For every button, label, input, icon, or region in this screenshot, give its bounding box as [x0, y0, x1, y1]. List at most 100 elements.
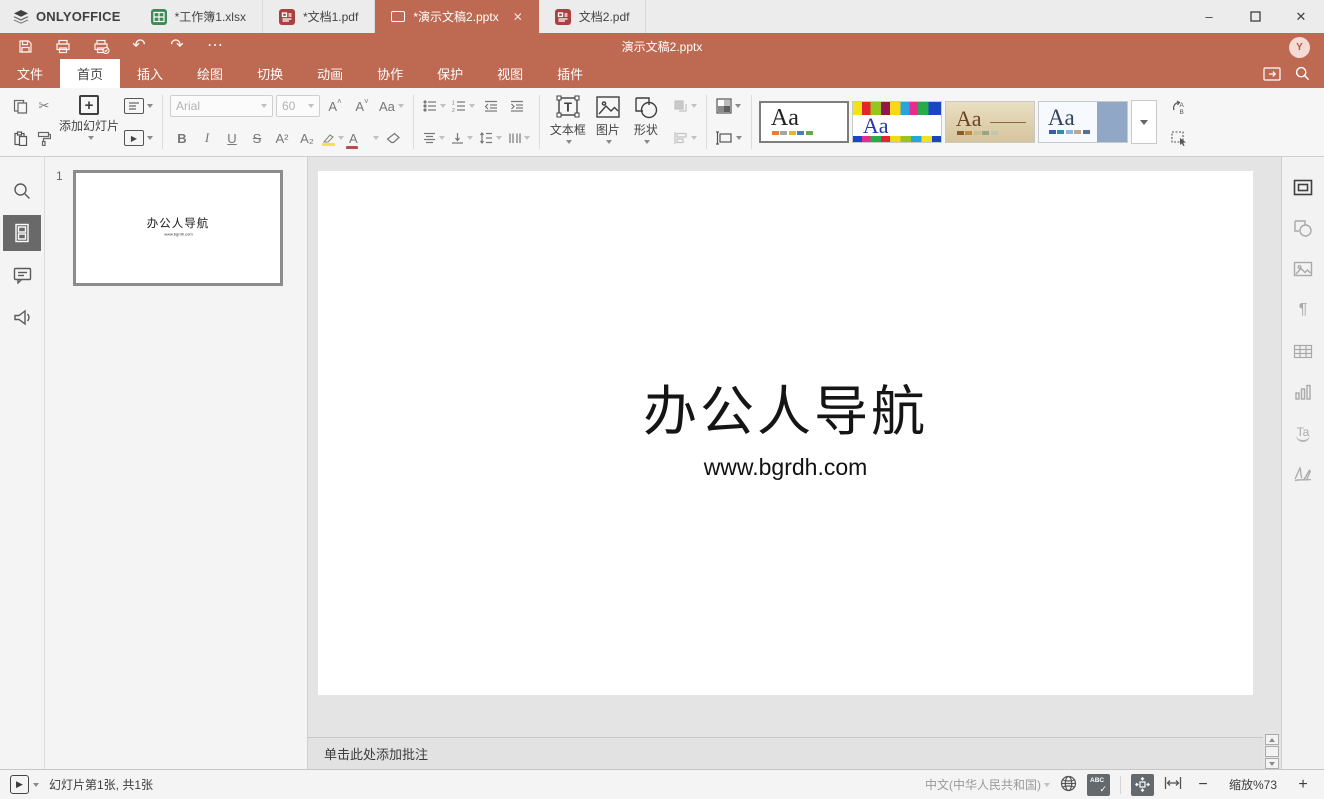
language-selector[interactable]: 中文(中华人民共和国) — [925, 776, 1050, 793]
slide-canvas[interactable]: 办公人导航 www.bgrdh.com — [318, 171, 1253, 695]
menu-tab-draw[interactable]: 绘图 — [180, 59, 240, 88]
clear-style-button[interactable] — [382, 125, 406, 151]
image-settings-button[interactable] — [1289, 257, 1317, 281]
search-button[interactable] — [1295, 66, 1310, 81]
replace-button[interactable]: AB — [1167, 93, 1191, 119]
slides-panel-button[interactable] — [3, 215, 41, 251]
scrollbar-thumb[interactable] — [1265, 746, 1279, 757]
document-language-button[interactable] — [1060, 775, 1077, 795]
increase-indent-button[interactable] — [505, 93, 529, 119]
slide-title-text[interactable]: 办公人导航 — [318, 367, 1253, 446]
doc-tab-spreadsheet[interactable]: *工作簿1.xlsx — [135, 0, 263, 33]
menu-tab-transitions[interactable]: 切换 — [240, 59, 300, 88]
menu-tab-view[interactable]: 视图 — [480, 59, 540, 88]
comments-panel-button[interactable] — [3, 257, 41, 293]
underline-button[interactable]: U — [220, 125, 244, 151]
fit-to-width-button[interactable] — [1164, 776, 1182, 793]
spell-check-button[interactable]: ABC ✓ — [1087, 774, 1110, 796]
columns-button[interactable] — [506, 125, 532, 151]
fit-to-slide-button[interactable] — [1131, 774, 1154, 796]
font-name-select[interactable]: Arial — [170, 95, 273, 117]
menu-tab-insert[interactable]: 插入 — [120, 59, 180, 88]
line-spacing-button[interactable] — [477, 125, 504, 151]
start-slideshow-statusbar-button[interactable]: ▶ — [10, 775, 29, 794]
user-avatar[interactable]: Y — [1289, 37, 1310, 58]
chevron-down-icon[interactable] — [33, 783, 39, 787]
strikethrough-button[interactable]: S — [245, 125, 269, 151]
insert-textbox-button[interactable]: T 文本框 — [547, 92, 589, 152]
theme-blue[interactable]: Aa — [1038, 101, 1128, 143]
font-size-select[interactable]: 60 — [276, 95, 320, 117]
redo-button[interactable]: ↷ — [162, 35, 192, 57]
change-layout-button[interactable] — [122, 93, 155, 119]
table-settings-button[interactable] — [1289, 339, 1317, 363]
scroll-down-button[interactable] — [1265, 758, 1279, 769]
bullets-button[interactable] — [421, 93, 448, 119]
theme-pixel[interactable]: Aa — [852, 101, 942, 143]
format-painter-button[interactable] — [32, 125, 56, 151]
menu-tab-animation[interactable]: 动画 — [300, 59, 360, 88]
slide-thumbnail-1[interactable]: 办公人导航 www.bgrdh.com — [73, 170, 283, 286]
color-scheme-button[interactable] — [714, 93, 743, 119]
menu-tab-protection[interactable]: 保护 — [420, 59, 480, 88]
decrease-indent-button[interactable] — [479, 93, 503, 119]
doc-tab-pdf2[interactable]: 文档2.pdf — [539, 0, 647, 33]
select-all-button[interactable] — [1167, 125, 1191, 151]
save-button[interactable] — [10, 35, 40, 57]
chart-settings-button[interactable] — [1289, 380, 1317, 404]
open-file-location-button[interactable] — [1263, 67, 1281, 81]
highlight-color-button[interactable] — [320, 125, 346, 151]
zoom-out-button[interactable]: − — [1192, 776, 1214, 794]
textart-settings-button[interactable]: Ta — [1289, 421, 1317, 445]
theme-office[interactable]: Aa — [759, 101, 849, 143]
change-case-button[interactable]: Aa — [377, 93, 406, 119]
copy-button[interactable] — [8, 93, 32, 119]
close-button[interactable]: ✕ — [1278, 0, 1324, 33]
vertical-scrollbar[interactable] — [1263, 157, 1281, 769]
find-panel-button[interactable] — [3, 173, 41, 209]
superscript-button[interactable]: A² — [270, 125, 294, 151]
zoom-in-button[interactable]: + — [1292, 776, 1314, 794]
font-color-button[interactable]: A — [347, 125, 381, 151]
cut-button[interactable]: ✂ — [32, 93, 56, 119]
vertical-align-button[interactable] — [449, 125, 475, 151]
menu-tab-collaboration[interactable]: 协作 — [360, 59, 420, 88]
theme-parchment[interactable]: Aa — [945, 101, 1035, 143]
paragraph-settings-button[interactable]: ¶ — [1289, 298, 1317, 322]
quick-print-button[interactable] — [86, 35, 116, 57]
tab-close-icon[interactable]: ✕ — [513, 10, 523, 24]
signature-settings-button[interactable] — [1289, 462, 1317, 486]
doc-tab-pdf1[interactable]: *文档1.pdf — [263, 0, 375, 33]
menu-tab-file[interactable]: 文件 — [0, 59, 60, 88]
slide-size-button[interactable] — [714, 125, 744, 151]
menu-tab-plugins[interactable]: 插件 — [540, 59, 600, 88]
feedback-panel-button[interactable] — [3, 299, 41, 335]
undo-button[interactable]: ↶ — [124, 35, 154, 57]
paste-button[interactable] — [8, 125, 32, 151]
start-slideshow-button[interactable]: ▶ — [122, 125, 155, 151]
slide-subtitle-text[interactable]: www.bgrdh.com — [318, 454, 1253, 481]
increase-font-button[interactable]: A˄ — [323, 93, 347, 119]
theme-gallery-expand-button[interactable] — [1131, 100, 1157, 144]
horizontal-align-button[interactable] — [421, 125, 447, 151]
subscript-button[interactable]: A₂ — [295, 125, 319, 151]
maximize-button[interactable] — [1232, 0, 1278, 33]
insert-image-button[interactable]: 图片 — [589, 92, 627, 152]
minimize-button[interactable]: – — [1186, 0, 1232, 33]
scroll-up-button[interactable] — [1265, 734, 1279, 745]
italic-button[interactable]: I — [195, 125, 219, 151]
shape-settings-button[interactable] — [1289, 216, 1317, 240]
doc-tab-presentation-active[interactable]: *演示文稿2.pptx ✕ — [375, 0, 538, 33]
add-slide-button[interactable]: + 添加幻灯片 — [56, 92, 122, 152]
numbering-button[interactable]: 12 — [450, 93, 477, 119]
print-button[interactable] — [48, 35, 78, 57]
notes-area[interactable]: 单击此处添加批注 — [308, 737, 1263, 769]
align-shape-button[interactable] — [671, 125, 699, 151]
decrease-font-button[interactable]: A˅ — [350, 93, 374, 119]
slide-settings-button[interactable] — [1289, 175, 1317, 199]
customize-quick-access-button[interactable]: ⋯ — [200, 35, 230, 57]
arrange-shape-button[interactable] — [671, 93, 699, 119]
menu-tab-home[interactable]: 首页 — [60, 59, 120, 88]
bold-button[interactable]: B — [170, 125, 194, 151]
insert-shape-button[interactable]: 形状 — [627, 92, 665, 152]
